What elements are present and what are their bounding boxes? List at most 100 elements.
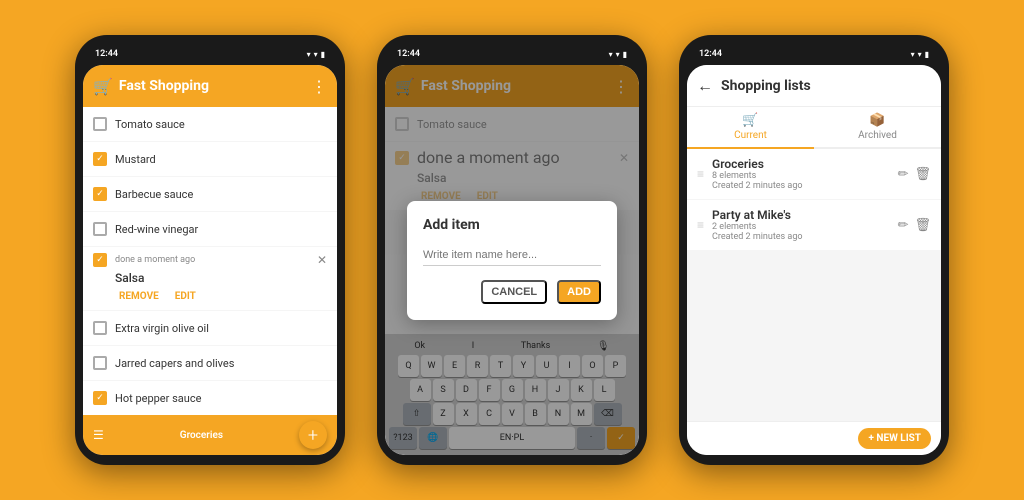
salsa-tag-row: done a moment ago bbox=[115, 255, 195, 265]
dialog-title: Add item bbox=[423, 217, 601, 233]
entry-title-party: Party at Mike's bbox=[712, 208, 898, 222]
phone-2-notch: 12:44 ▾ ▾ ▮ bbox=[385, 45, 639, 65]
expanded-top-row: done a moment ago ✕ bbox=[93, 253, 327, 267]
shopping-list-1: Tomato sauce Mustard Barbecue sauce Red-… bbox=[83, 107, 337, 415]
signal-icon-3: ▾ bbox=[918, 50, 922, 59]
delete-icon-party[interactable]: 🗑 bbox=[914, 218, 931, 233]
entry-elements-groceries: 8 elements bbox=[712, 171, 898, 181]
tab-archived-icon: 📦 bbox=[869, 113, 885, 128]
checkbox-capers[interactable] bbox=[93, 356, 107, 370]
list-entry-party[interactable]: ≡ Party at Mike's 2 elements Created 2 m… bbox=[687, 200, 941, 250]
battery-icon-3: ▮ bbox=[925, 50, 929, 59]
tab-archived[interactable]: 📦 Archived bbox=[814, 107, 941, 147]
dialog-actions: CANCEL ADD bbox=[423, 280, 601, 304]
bottom-bar-1: ☰ Groceries + bbox=[83, 415, 337, 455]
phone-1-notch: 12:44 ▾ ▾ ▮ bbox=[83, 45, 337, 65]
wifi-icon: ▾ bbox=[307, 50, 311, 59]
salsa-close-btn[interactable]: ✕ bbox=[317, 253, 327, 267]
checkbox-olive-oil[interactable] bbox=[93, 321, 107, 335]
battery-icon: ▮ bbox=[321, 50, 325, 59]
edit-icon-party[interactable]: ✏ bbox=[898, 218, 909, 233]
shopping-lists-header: ← Shopping lists bbox=[687, 65, 941, 107]
checkbox-redwine[interactable] bbox=[93, 222, 107, 236]
list-item-capers[interactable]: Jarred capers and olives bbox=[83, 346, 337, 380]
salsa-edit-btn[interactable]: EDIT bbox=[171, 289, 200, 304]
hamburger-icon-1[interactable]: ☰ bbox=[93, 428, 104, 442]
dialog-add-btn[interactable]: ADD bbox=[557, 280, 601, 304]
checkbox-tomato[interactable] bbox=[93, 117, 107, 131]
salsa-name: Salsa bbox=[93, 267, 144, 289]
item-label-bbq: Barbecue sauce bbox=[115, 188, 193, 201]
tab-current-label: Current bbox=[734, 130, 767, 141]
phone-3-screen: ← Shopping lists 🛒 Current 📦 Archived ≡ … bbox=[687, 65, 941, 455]
phone-3-time: 12:44 bbox=[699, 49, 722, 59]
entry-actions-party: ✏ 🗑 bbox=[898, 218, 931, 233]
item-label-redwine: Red-wine vinegar bbox=[115, 223, 198, 236]
phone-1-status-icons: ▾ ▾ ▮ bbox=[307, 50, 325, 59]
wifi-icon-2: ▾ bbox=[609, 50, 613, 59]
tab-current[interactable]: 🛒 Current bbox=[687, 107, 814, 149]
salsa-time-tag: done a moment ago bbox=[115, 255, 195, 265]
cart-icon-1: 🛒 bbox=[93, 77, 113, 96]
phone-3-status-icons: ▾ ▾ ▮ bbox=[911, 50, 929, 59]
checkbox-mustard[interactable] bbox=[93, 152, 107, 166]
item-label-capers: Jarred capers and olives bbox=[115, 357, 234, 370]
list-item-salsa-expanded: done a moment ago ✕ Salsa REMOVE EDIT bbox=[83, 247, 337, 310]
item-label-olive-oil: Extra virgin olive oil bbox=[115, 322, 209, 335]
screen-title: Shopping lists bbox=[721, 78, 931, 94]
delete-icon-groceries[interactable]: 🗑 bbox=[914, 167, 931, 182]
app-header-1: 🛒 Fast Shopping ⋮ bbox=[83, 65, 337, 107]
list-item-olive-oil[interactable]: Extra virgin olive oil bbox=[83, 311, 337, 345]
item-label-mustard: Mustard bbox=[115, 153, 156, 166]
back-icon[interactable]: ← bbox=[697, 76, 713, 96]
list-item-pepper[interactable]: Hot pepper sauce bbox=[83, 381, 337, 415]
list-item-tomato[interactable]: Tomato sauce bbox=[83, 107, 337, 141]
signal-icon-2: ▾ bbox=[616, 50, 620, 59]
phone-3: 12:44 ▾ ▾ ▮ ← Shopping lists 🛒 Current 📦… bbox=[679, 35, 949, 465]
phone-2-screen: 🛒 Fast Shopping ⋮ Tomato sauce done a mo… bbox=[385, 65, 639, 455]
tabs-bar: 🛒 Current 📦 Archived bbox=[687, 107, 941, 149]
list-item-mustard[interactable]: Mustard bbox=[83, 142, 337, 176]
checkbox-bbq[interactable] bbox=[93, 187, 107, 201]
battery-icon-2: ▮ bbox=[623, 50, 627, 59]
app-title-1: Fast Shopping bbox=[119, 78, 311, 94]
entry-actions-groceries: ✏ 🗑 bbox=[898, 167, 931, 182]
phone-2: 12:44 ▾ ▾ ▮ 🛒 Fast Shopping ⋮ Tomato sau… bbox=[377, 35, 647, 465]
entry-info-party: Party at Mike's 2 elements Created 2 min… bbox=[712, 208, 898, 242]
list-item-redwine[interactable]: Red-wine vinegar bbox=[83, 212, 337, 246]
groceries-bottom-label: Groceries bbox=[180, 430, 223, 441]
phone-3-notch: 12:44 ▾ ▾ ▮ bbox=[687, 45, 941, 65]
tab-current-icon: 🛒 bbox=[742, 113, 758, 128]
dialog-overlay: Add item CANCEL ADD bbox=[385, 65, 639, 455]
more-menu-icon-1[interactable]: ⋮ bbox=[311, 77, 327, 96]
dialog-input[interactable] bbox=[423, 245, 601, 266]
phone-2-status-icons: ▾ ▾ ▮ bbox=[609, 50, 627, 59]
dialog-cancel-btn[interactable]: CANCEL bbox=[481, 280, 547, 304]
drag-icon-party: ≡ bbox=[697, 218, 704, 232]
wifi-icon-3: ▾ bbox=[911, 50, 915, 59]
drag-icon-groceries: ≡ bbox=[697, 167, 704, 181]
edit-icon-groceries[interactable]: ✏ bbox=[898, 167, 909, 182]
salsa-actions: REMOVE EDIT bbox=[93, 289, 200, 304]
new-list-button[interactable]: + NEW LIST bbox=[858, 428, 931, 449]
fab-add-button[interactable]: + bbox=[299, 421, 327, 449]
add-item-dialog: Add item CANCEL ADD bbox=[407, 201, 617, 320]
phone-2-time: 12:44 bbox=[397, 49, 420, 59]
shopping-lists-body: ≡ Groceries 8 elements Created 2 minutes… bbox=[687, 149, 941, 421]
signal-icon: ▾ bbox=[314, 50, 318, 59]
list-item-bbq[interactable]: Barbecue sauce bbox=[83, 177, 337, 211]
item-label-tomato: Tomato sauce bbox=[115, 118, 185, 131]
phone-1-time: 12:44 bbox=[95, 49, 118, 59]
entry-elements-party: 2 elements bbox=[712, 222, 898, 232]
checkbox-pepper[interactable] bbox=[93, 391, 107, 405]
phone-1-screen: 🛒 Fast Shopping ⋮ Tomato sauce Mustard B… bbox=[83, 65, 337, 455]
list-entry-groceries[interactable]: ≡ Groceries 8 elements Created 2 minutes… bbox=[687, 149, 941, 199]
tab-archived-label: Archived bbox=[858, 130, 897, 141]
phone-1: 12:44 ▾ ▾ ▮ 🛒 Fast Shopping ⋮ Tomato sau… bbox=[75, 35, 345, 465]
checkbox-salsa[interactable] bbox=[93, 253, 107, 267]
entry-created-party: Created 2 minutes ago bbox=[712, 232, 898, 242]
entry-info-groceries: Groceries 8 elements Created 2 minutes a… bbox=[712, 157, 898, 191]
entry-created-groceries: Created 2 minutes ago bbox=[712, 181, 898, 191]
salsa-remove-btn[interactable]: REMOVE bbox=[115, 289, 163, 304]
bottom-bar-3: + NEW LIST bbox=[687, 421, 941, 455]
